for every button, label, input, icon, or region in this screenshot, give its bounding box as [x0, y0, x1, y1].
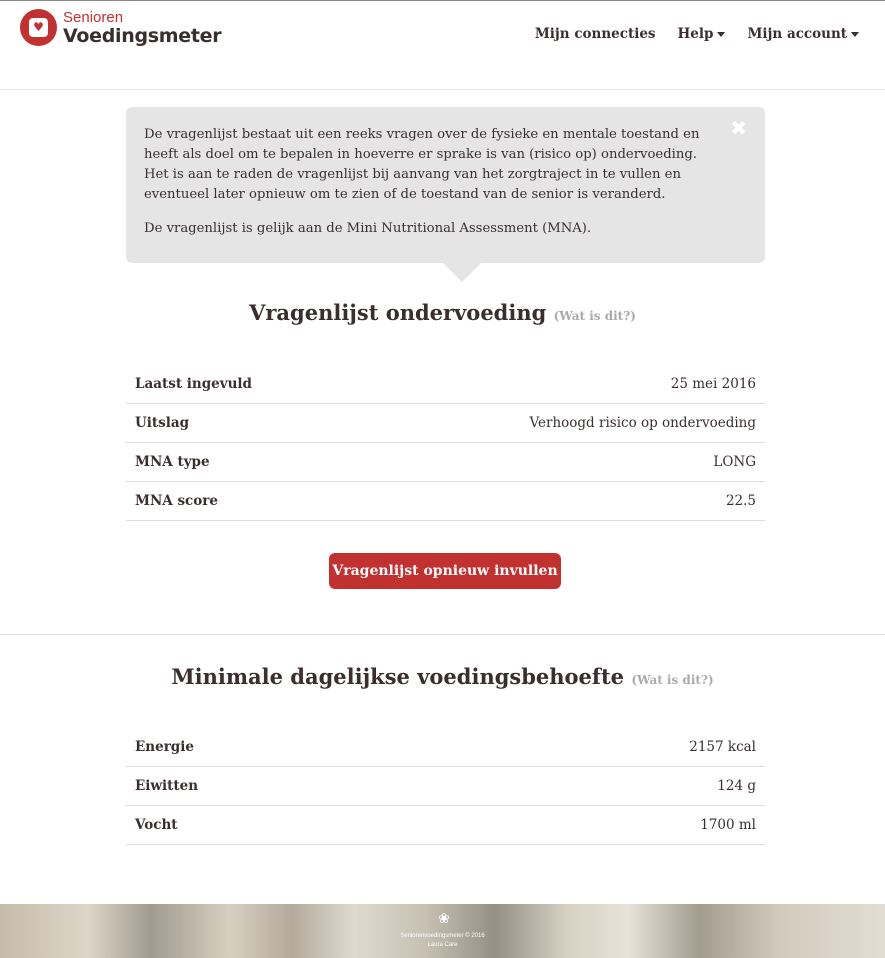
footer-text: Seniorenvoedingsmeter © 2016 Laura Care: [0, 932, 885, 950]
section-divider: [0, 634, 885, 635]
nav-connections-label: Mijn connecties: [534, 26, 656, 42]
table-row: Uitslag Verhoogd risico op ondervoeding: [126, 404, 765, 443]
flower-icon: ❀: [438, 911, 450, 927]
questionnaire-whatis-link[interactable]: (Wat is dit?): [554, 309, 636, 323]
site-footer: ❀ Seniorenvoedingsmeter © 2016 Laura Car…: [0, 904, 885, 958]
row-label: Energie: [135, 739, 194, 755]
refill-questionnaire-button[interactable]: Vragenlijst opnieuw invullen: [329, 553, 561, 589]
logo[interactable]: ♥ Senioren Voedingsmeter: [20, 9, 222, 47]
nav-help-dropdown[interactable]: Help: [678, 26, 726, 42]
logo-title: Voedingsmeter: [63, 25, 222, 47]
needs-table: Energie 2157 kcal Eiwitten 124 g Vocht 1…: [126, 728, 765, 845]
questionnaire-table: Laatst ingevuld 25 mei 2016 Uitslag Verh…: [126, 365, 765, 521]
table-row: Vocht 1700 ml: [126, 806, 765, 845]
needs-title-text: Minimale dagelijkse voedingsbehoefte: [171, 664, 625, 689]
logo-subtitle: Senioren: [63, 9, 124, 26]
row-value: 25 mei 2016: [670, 376, 756, 392]
nav-account-dropdown[interactable]: Mijn account: [747, 26, 859, 42]
footer-copyright: Seniorenvoedingsmeter © 2016: [400, 933, 485, 939]
row-value: Verhoogd risico op ondervoeding: [529, 415, 756, 431]
table-row: MNA type LONG: [126, 443, 765, 482]
site-header: ♥ Senioren Voedingsmeter Mijn connecties…: [0, 1, 885, 90]
logo-heart-icon: ♥: [20, 9, 57, 46]
callout-paragraph: De vragenlijst bestaat uit een reeks vra…: [144, 127, 700, 202]
row-value: 2157 kcal: [689, 739, 756, 755]
table-row: Energie 2157 kcal: [126, 728, 765, 767]
row-value: LONG: [713, 454, 756, 470]
nav-connections[interactable]: Mijn connecties: [535, 26, 656, 42]
close-icon[interactable]: ✖: [730, 118, 747, 138]
row-label: Laatst ingevuld: [135, 376, 252, 392]
caret-down-icon: [717, 31, 726, 37]
table-row: Eiwitten 124 g: [126, 767, 765, 806]
row-label: Eiwitten: [135, 778, 199, 794]
row-value: 1700 ml: [700, 817, 756, 833]
row-label: Uitslag: [135, 415, 190, 431]
needs-title: Minimale dagelijkse voedingsbehoefte (Wa…: [0, 664, 885, 689]
nav-help-label: Help: [677, 26, 714, 42]
questionnaire-title: Vragenlijst ondervoeding (Wat is dit?): [0, 300, 885, 325]
row-label: Vocht: [135, 817, 178, 833]
table-row: Laatst ingevuld 25 mei 2016: [126, 365, 765, 404]
info-callout: De vragenlijst bestaat uit een reeks vra…: [126, 107, 765, 282]
table-row: MNA score 22.5: [126, 482, 765, 521]
nav-account-label: Mijn account: [747, 26, 847, 42]
row-label: MNA score: [135, 493, 218, 509]
row-label: MNA type: [135, 454, 210, 470]
footer-company: Laura Care: [427, 942, 458, 948]
callout-arrow: [443, 263, 481, 282]
needs-whatis-link[interactable]: (Wat is dit?): [631, 673, 713, 687]
row-value: 124 g: [717, 778, 756, 794]
caret-down-icon: [851, 31, 859, 37]
callout-paragraph: De vragenlijst is gelijk aan de Mini Nut…: [144, 221, 592, 236]
questionnaire-title-text: Vragenlijst ondervoeding: [249, 300, 547, 325]
row-value: 22.5: [725, 493, 756, 509]
main-nav: Mijn connecties Help Mijn account: [513, 26, 859, 42]
